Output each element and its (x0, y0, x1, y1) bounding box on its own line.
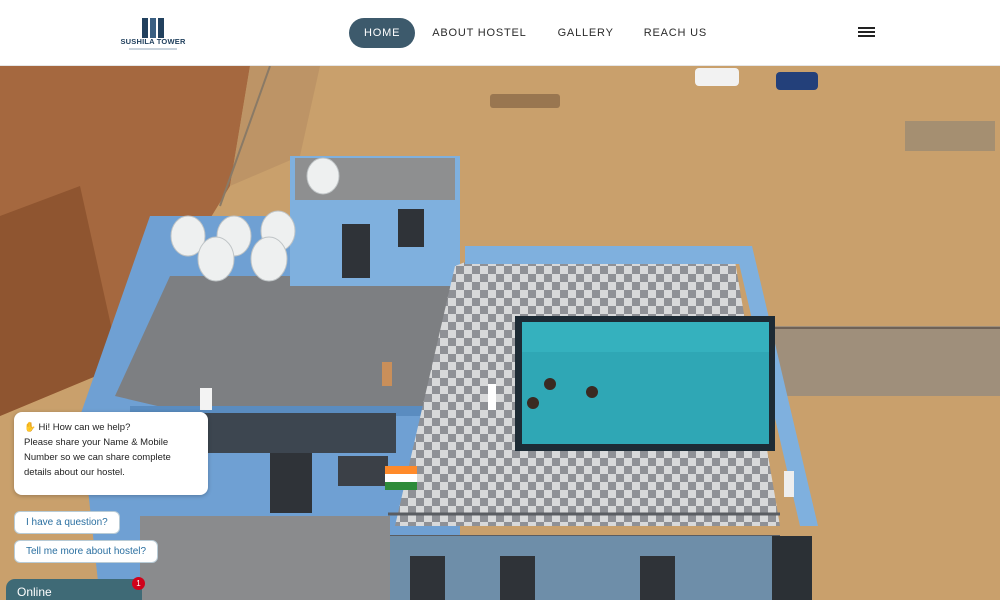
chat-greeting-line: Hi! How can we help? (38, 422, 131, 433)
quick-reply-question-button[interactable]: I have a question? (14, 511, 120, 534)
nav-reach-us[interactable]: REACH US (644, 27, 707, 39)
hero-image (0, 66, 1000, 600)
main-nav: HOME ABOUT HOSTEL GALLERY REACH US (349, 17, 707, 48)
chat-greeting-line: Number so we can share complete (24, 452, 171, 463)
unread-count-badge: 1 (132, 577, 145, 590)
chat-greeting-line: Please share your Name & Mobile (24, 437, 169, 448)
nav-about-hostel[interactable]: ABOUT HOSTEL (432, 27, 526, 39)
site-header: SUSHILA TOWER HOME ABOUT HOSTEL GALLERY … (0, 0, 1000, 66)
waving-hand-icon: ✋ (24, 422, 36, 433)
tower-logo-icon (140, 18, 166, 38)
hamburger-icon[interactable] (858, 27, 875, 39)
nav-gallery[interactable]: GALLERY (558, 27, 614, 39)
quick-reply-hostel-info-button[interactable]: Tell me more about hostel? (14, 540, 159, 563)
chat-online-tab[interactable]: Online (6, 579, 142, 600)
nav-home[interactable]: HOME (349, 17, 416, 48)
logo-text: SUSHILA TOWER (120, 37, 186, 47)
chat-greeting-bubble: ✋ Hi! How can we help? Please share your… (14, 412, 208, 495)
chat-greeting-line: details about our hostel. (24, 467, 125, 478)
aerial-rooftop-pool-photo (0, 66, 1000, 600)
site-logo[interactable]: SUSHILA TOWER (120, 18, 185, 50)
